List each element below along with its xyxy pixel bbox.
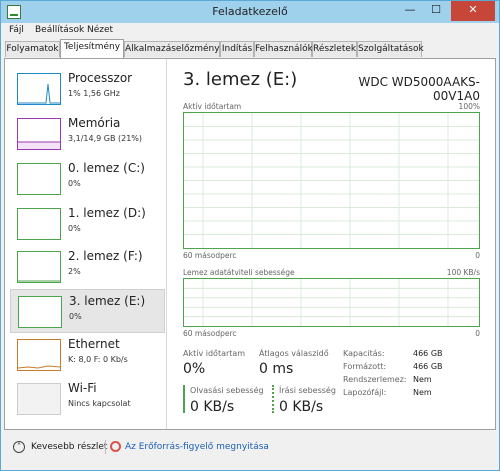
footer-divider (105, 440, 106, 454)
sidebar-item-value: 2% (68, 267, 81, 276)
page-title: 3. lemez (E:) (183, 69, 298, 90)
disk-2-thumbnail-graph (17, 251, 61, 283)
wifi-thumbnail-graph (17, 383, 61, 415)
sidebar-item-value: 0% (68, 179, 81, 188)
sidebar-item-disk-2[interactable]: 2. lemez (F:) 2% (10, 245, 165, 289)
tab-performance[interactable]: Teljesítmény (60, 39, 124, 58)
tab-bar: Folyamatok Teljesítmény Alkalmazáselőzmé… (1, 39, 499, 58)
fewer-details-link[interactable]: Kevesebb részlet (31, 442, 107, 452)
resource-monitor-icon[interactable] (110, 441, 121, 452)
sidebar-item-value: 0% (68, 224, 81, 233)
page-file-value: Nem (413, 388, 432, 397)
response-time-value: 0 ms (259, 361, 294, 377)
menu-file[interactable]: Fájl (9, 25, 24, 35)
sidebar-item-value: 1% 1,56 GHz (68, 89, 121, 98)
sidebar-item-label: Processzor (68, 71, 133, 85)
disk-1-thumbnail-graph (17, 208, 61, 240)
formatted-label: Formázott: (343, 362, 387, 371)
read-speed-indicator (183, 385, 185, 413)
disk-model: WDC WD5000AAKS-00V1A0 (358, 75, 480, 103)
graph1-min: 0 (475, 251, 480, 260)
disk-3-thumbnail-graph (18, 296, 62, 328)
menu-settings[interactable]: Beállítások (35, 25, 84, 35)
sidebar-item-cpu[interactable]: Processzor 1% 1,56 GHz (10, 67, 165, 111)
sidebar-item-label: 3. lemez (E:) (69, 294, 146, 308)
disk-0-thumbnail-graph (17, 163, 61, 195)
graph2-time-span: 60 másodperc (183, 329, 237, 338)
title-bar: Feladatkezelő — ☐ ✕ (1, 1, 499, 23)
response-time-label: Átlagos válaszidő (259, 349, 329, 358)
active-time-value: 0% (183, 361, 206, 377)
graph2-label: Lemez adatátviteli sebessége (183, 268, 295, 277)
memory-thumbnail-graph (17, 118, 61, 150)
tab-app-history[interactable]: Alkalmazáselőzmények (124, 41, 230, 57)
sidebar-item-label: Memória (68, 116, 121, 130)
formatted-value: 466 GB (413, 362, 443, 371)
sidebar-item-value: 0% (69, 312, 82, 321)
sidebar-item-disk-0[interactable]: 0. lemez (C:) 0% (10, 157, 165, 201)
read-speed-label: Olvasási sebesség (190, 386, 264, 395)
sidebar-item-label: 0. lemez (C:) (68, 161, 145, 175)
sidebar-item-disk-1[interactable]: 1. lemez (D:) 0% (10, 202, 165, 246)
sidebar-item-label: Wi-Fi (68, 381, 97, 395)
graph1-time-span: 60 másodperc (183, 251, 237, 260)
footer: ˄ Kevesebb részlet Az Erőforrás-figyelő … (1, 431, 499, 470)
sidebar-item-value: Nincs kapcsolat (68, 399, 131, 408)
transfer-rate-grid (184, 279, 479, 326)
tab-users[interactable]: Felhasználók (254, 41, 313, 57)
sidebar-item-memory[interactable]: Memória 3,1/14,9 GB (21%) (10, 112, 165, 156)
sidebar-item-ethernet[interactable]: Ethernet K: 8,0 F: 0 Kb/s (10, 333, 165, 377)
cpu-thumbnail-graph (17, 73, 61, 105)
system-disk-value: Nem (413, 375, 432, 384)
write-speed-value: 0 KB/s (279, 399, 324, 415)
capacity-value: 466 GB (413, 349, 443, 358)
capacity-label: Kapacitás: (343, 349, 385, 358)
graph2-max: 100 KB/s (446, 268, 480, 277)
system-disk-label: Rendszerlemez: (343, 375, 407, 384)
resource-sidebar: Processzor 1% 1,56 GHz Memória 3,1/14,9 … (5, 59, 167, 429)
tab-startup[interactable]: Indítás (220, 41, 254, 57)
sidebar-item-label: Ethernet (68, 337, 120, 351)
menu-view[interactable]: Nézet (87, 25, 113, 35)
graph1-label: Aktív időtartam (183, 102, 242, 111)
tab-processes[interactable]: Folyamatok (5, 41, 60, 57)
performance-panel: Processzor 1% 1,56 GHz Memória 3,1/14,9 … (4, 58, 496, 430)
tab-details[interactable]: Részletek (312, 41, 357, 57)
sidebar-item-disk-3[interactable]: 3. lemez (E:) 0% (10, 289, 165, 333)
task-manager-window: Feladatkezelő — ☐ ✕ Fájl Beállítások Néz… (0, 0, 500, 471)
active-time-graph (183, 112, 480, 249)
open-resource-monitor-link[interactable]: Az Erőforrás-figyelő megnyitása (125, 442, 269, 452)
read-speed-value: 0 KB/s (190, 399, 235, 415)
ethernet-thumbnail-graph (17, 339, 61, 371)
graph2-min: 0 (475, 329, 480, 338)
close-button[interactable]: ✕ (451, 1, 495, 21)
maximize-button[interactable]: ☐ (423, 1, 449, 21)
sidebar-item-value: K: 8,0 F: 0 Kb/s (68, 355, 128, 364)
sidebar-item-wifi[interactable]: Wi-Fi Nincs kapcsolat (10, 377, 165, 421)
graph1-max: 100% (458, 102, 480, 111)
sidebar-item-label: 1. lemez (D:) (68, 206, 146, 220)
chevron-up-icon[interactable]: ˄ (13, 441, 25, 453)
sidebar-item-label: 2. lemez (F:) (68, 249, 143, 263)
write-speed-indicator (272, 385, 274, 413)
sidebar-item-value: 3,1/14,9 GB (21%) (68, 134, 143, 143)
minimize-button[interactable]: — (397, 1, 423, 21)
transfer-rate-graph (183, 278, 480, 327)
page-file-label: Lapozófájl: (343, 388, 387, 397)
write-speed-label: Írási sebesség (279, 386, 336, 395)
tab-services[interactable]: Szolgáltatások (357, 41, 424, 57)
active-time-label: Aktív időtartam (183, 349, 246, 358)
menu-bar: Fájl Beállítások Nézet (1, 23, 499, 39)
active-time-grid (184, 113, 479, 248)
